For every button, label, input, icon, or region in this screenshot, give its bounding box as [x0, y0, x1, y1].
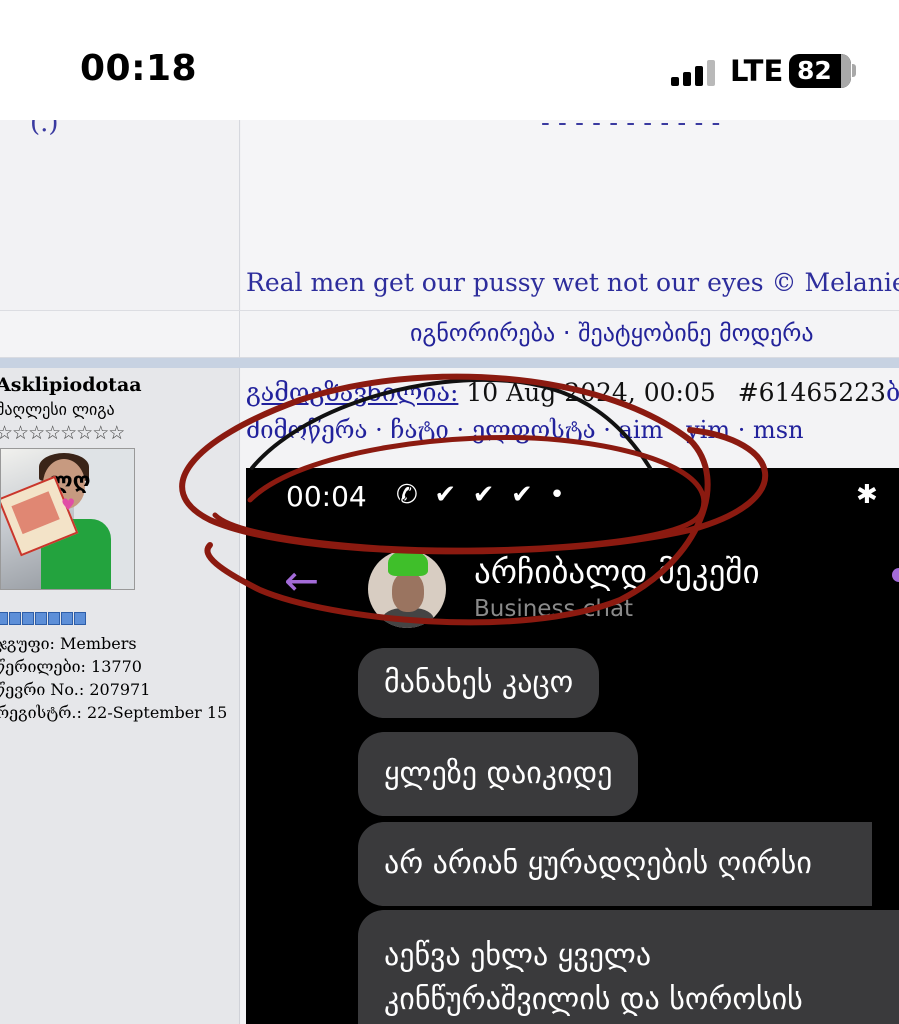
battery-icon: 82	[789, 54, 851, 88]
network-type: LTE	[730, 54, 784, 88]
check-icon: ✔	[472, 480, 495, 510]
cellular-signal-icon	[671, 58, 717, 86]
chat-message-line: აეწვა ეხლა ყველა	[384, 938, 652, 973]
post-number[interactable]: #61465223	[738, 378, 886, 407]
contact-avatar	[368, 550, 446, 628]
chat-status-time: 00:04	[286, 480, 367, 513]
author-avatar: ლღ ♥	[0, 448, 135, 590]
author-member-number: წევრი No.: 207971	[0, 680, 151, 699]
header-clipped-link[interactable]: ბ	[886, 378, 899, 407]
viber-icon: ✆	[396, 480, 418, 510]
contact-links[interactable]: მიმოწერა · ჩატი · ელფოსტა · aim · yim · …	[246, 416, 804, 444]
chat-message: არ არიან ყურადღების ღირსი	[358, 822, 872, 906]
chat-status-icons: ✆ ✔ ✔ ✔ •	[396, 480, 565, 510]
back-arrow-icon: ←	[284, 556, 320, 605]
ignore-report-links[interactable]: იგნორირება · შეატყობინე მოდერა	[410, 319, 814, 347]
dot-icon: •	[549, 480, 565, 510]
post-author-panel: Asklipiodotaa მაღლესი ლიგა ☆☆☆☆☆☆☆☆ ლღ ♥…	[0, 368, 240, 1024]
post-signature: Real men get our pussy wet not our eyes …	[246, 268, 899, 297]
reputation-pips	[0, 612, 86, 625]
author-group: ჯგუფი: Members	[0, 634, 137, 653]
posted-link[interactable]: გამოგზავნილია:	[246, 378, 458, 407]
forum-page[interactable]: (.) - - - - - - - - - - - Real men get o…	[0, 120, 899, 1024]
author-rank: მაღლესი ლიგა	[0, 400, 115, 419]
chat-contact-name: არჩიბალდ მეკეში	[474, 552, 760, 591]
check-icon: ✔	[510, 480, 533, 510]
rank-stars: ☆☆☆☆☆☆☆☆	[0, 422, 125, 444]
battery-tip	[852, 64, 856, 77]
status-time: 00:18	[80, 48, 198, 89]
chat-menu-dot	[892, 568, 899, 582]
chat-message-line: კინწურაშვილის და სოროსის	[384, 982, 803, 1017]
check-icon: ✔	[434, 480, 457, 510]
ios-status-bar: 00:18 LTE 82	[0, 0, 899, 120]
chat-message: მანახეს კაცო	[358, 648, 600, 718]
clipped-text: (.)	[30, 120, 59, 138]
chat-message-multiline: აეწვა ეხლა ყველა კინწურაშვილის და სოროსი…	[358, 910, 899, 1024]
author-registered: რეგისტრ.: 22-September 15	[0, 703, 228, 722]
clipped-text: - - - - - - - - - - -	[541, 120, 721, 138]
post-header: გამოგზავნილია: 10 Aug 2024, 00:05 #61465…	[246, 378, 899, 407]
embedded-chat-screenshot: 00:04 ✆ ✔ ✔ ✔ • ✱ ← არჩიბალდ მეკეში Busi…	[246, 468, 899, 1024]
post-actions-row: იგნორირება · შეატყობინე მოდერა	[0, 310, 899, 359]
author-username[interactable]: Asklipiodotaa	[0, 374, 142, 396]
author-post-count: წერილები: 13770	[0, 657, 142, 676]
chat-contact-subtitle: Business chat	[474, 596, 634, 622]
post-separator	[0, 358, 899, 368]
bluetooth-icon: ✱	[856, 480, 878, 510]
chat-message: ყლეზე დაიკიდე	[358, 732, 639, 816]
battery-level: 82	[797, 56, 832, 85]
post-date: 10 Aug 2024, 00:05	[466, 378, 716, 407]
previous-post-user-column: (.)	[0, 120, 240, 310]
